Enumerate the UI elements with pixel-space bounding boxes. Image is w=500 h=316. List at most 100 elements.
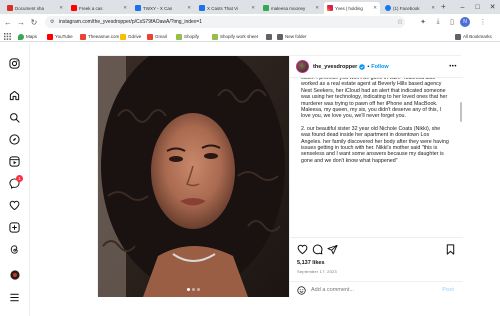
tab-label: Yves | holding <box>335 5 363 11</box>
website-icon <box>80 33 86 40</box>
browser-tab[interactable]: Document sha ✕ <box>4 2 66 14</box>
reels-glyph-icon <box>9 156 20 167</box>
close-icon[interactable]: ✕ <box>251 5 255 11</box>
user-avatar[interactable] <box>296 60 309 73</box>
post-side-panel: the_yvesdropper • Follow ••• sister. I p… <box>289 56 463 297</box>
window-close-icon[interactable]: ✕ <box>485 0 500 14</box>
apps-icon[interactable] <box>4 32 11 41</box>
bookmark-gmail[interactable]: Gmail <box>147 32 167 41</box>
browser-tab[interactable]: maleesa mooney ✕ <box>260 2 322 14</box>
explore-icon[interactable] <box>8 133 21 146</box>
caption-paragraph: 2. our beautiful sister 32 year old Nich… <box>301 125 449 164</box>
tab-label: Document sha <box>15 5 45 11</box>
reload-icon[interactable]: ↻ <box>29 17 39 27</box>
profile-avatar[interactable]: N <box>460 17 470 27</box>
browser-tab[interactable]: TWXY - X Cas ✕ <box>132 2 194 14</box>
home-icon[interactable] <box>8 89 21 102</box>
bookmark-maps[interactable]: Maps <box>18 32 37 41</box>
messages-icon[interactable]: 1 <box>8 175 23 190</box>
create-icon[interactable] <box>8 221 21 234</box>
close-icon[interactable]: ✕ <box>315 5 319 11</box>
extensions-icon[interactable]: ✦ <box>418 17 428 27</box>
gmail-icon <box>147 33 153 40</box>
browser-tab-active[interactable]: Yves | holding ✕ <box>324 2 380 14</box>
menu-kebab-icon[interactable]: ⋮ <box>478 17 488 27</box>
tab-favicon-icon <box>263 5 269 11</box>
carousel-indicator <box>98 288 289 291</box>
like-heart-icon[interactable] <box>297 244 308 255</box>
all-bookmarks[interactable]: All Bookmarks <box>455 32 492 41</box>
post-actions: 5,137 likes September 17, 2023 Post <box>290 237 463 297</box>
bookmark-youtube[interactable]: YouTube <box>47 32 73 41</box>
profile-avatar-icon[interactable] <box>8 268 21 281</box>
close-icon[interactable]: ✕ <box>187 5 191 11</box>
bookmark-label: Gdrive <box>128 34 142 39</box>
bookmark-new-folder[interactable]: New folder <box>277 32 307 41</box>
heart-icon <box>9 200 20 211</box>
side-panel-icon[interactable]: ▯ <box>447 17 457 27</box>
bookmark-label: YouTube <box>55 34 73 39</box>
site-info-icon[interactable]: ⚙ <box>50 19 56 25</box>
bookmark-theeasrue[interactable]: Theeasrue.com <box>80 32 119 41</box>
close-icon[interactable]: ✕ <box>431 5 435 11</box>
forward-icon[interactable]: → <box>16 17 26 27</box>
carousel-dot <box>192 288 195 291</box>
tab-label: TWXY - X Cas <box>143 5 173 11</box>
downloads-icon[interactable]: ⤓ <box>433 17 443 27</box>
bookmark-folder[interactable] <box>266 32 274 41</box>
browser-tab[interactable]: Freek a cas ✕ <box>68 2 130 14</box>
comment-bar: Post <box>290 281 463 298</box>
address-bar[interactable]: ⚙ instagram.com/the_yvesdropper/p/CsS79f… <box>45 16 405 28</box>
bookmark-star-icon[interactable]: ☆ <box>395 17 405 27</box>
more-menu-icon[interactable] <box>8 291 21 304</box>
maps-icon <box>18 33 24 40</box>
instagram-logo-icon[interactable] <box>8 57 21 70</box>
threads-icon[interactable] <box>8 243 21 256</box>
close-icon[interactable]: ✕ <box>123 5 127 11</box>
minimize-icon[interactable]: – <box>455 0 470 14</box>
post-date[interactable]: September 17, 2023 <box>297 269 337 274</box>
close-icon[interactable]: ✕ <box>373 5 377 11</box>
comment-bubble-icon[interactable] <box>312 244 323 255</box>
new-tab-icon[interactable]: + <box>441 2 446 11</box>
post-image[interactable] <box>98 56 289 297</box>
browser-tab[interactable]: (1) Facebook ✕ <box>382 2 438 14</box>
save-bookmark-icon[interactable] <box>445 244 456 255</box>
reels-icon[interactable] <box>8 155 21 168</box>
post-comment-button[interactable]: Post <box>442 287 454 293</box>
browser-toolbar: ← → ↻ ⚙ instagram.com/the_yvesdropper/p/… <box>0 14 500 30</box>
back-icon[interactable]: ← <box>3 17 13 27</box>
caption-scrollbar[interactable] <box>460 102 462 122</box>
folder-icon <box>455 33 461 40</box>
browser-tab-strip: Document sha ✕ Freek a cas ✕ TWXY - X Ca… <box>0 0 500 14</box>
bookmark-label: Shopify work sheet <box>220 34 259 39</box>
instagram-glyph-icon <box>9 58 20 69</box>
like-count[interactable]: 5,137 likes <box>297 260 325 266</box>
bookmark-gdrive[interactable]: Gdrive <box>120 32 141 41</box>
follow-button[interactable]: Follow <box>371 64 388 70</box>
bookmark-label: New folder <box>285 34 307 39</box>
caption-paragraph: sister. I promise you won't be gone in v… <box>301 78 448 120</box>
emoji-icon[interactable] <box>297 285 306 295</box>
bookmark-shopify[interactable]: Shopify <box>176 32 199 41</box>
post-username[interactable]: the_yvesdropper <box>313 64 357 70</box>
bookmarks-bar: Maps YouTube Theeasrue.com Gdrive Gmail … <box>0 30 500 42</box>
maximize-icon[interactable]: □ <box>470 0 485 14</box>
apps-grid-icon <box>4 33 11 40</box>
comment-input[interactable] <box>311 287 443 293</box>
post-header: the_yvesdropper • Follow ••• <box>290 56 463 78</box>
shopify-icon <box>176 33 182 40</box>
instagram-sidebar: 1 <box>0 43 30 316</box>
caption-text: sister. I promise you won't be gone in v… <box>301 78 449 170</box>
close-icon[interactable]: ✕ <box>59 5 63 11</box>
browser-tab[interactable]: X Casts That Vi ✕ <box>196 2 258 14</box>
search-icon[interactable] <box>8 111 21 124</box>
tab-favicon-icon <box>199 5 205 11</box>
more-options-icon[interactable]: ••• <box>449 64 457 70</box>
bookmark-shopify-work-sheet[interactable]: Shopify work sheet <box>212 32 258 41</box>
notifications-icon[interactable] <box>8 199 21 212</box>
post-modal: the_yvesdropper • Follow ••• sister. I p… <box>97 55 463 297</box>
profile-picture-icon <box>9 269 20 280</box>
hamburger-icon <box>10 293 19 302</box>
share-paper-plane-icon[interactable] <box>327 244 338 255</box>
